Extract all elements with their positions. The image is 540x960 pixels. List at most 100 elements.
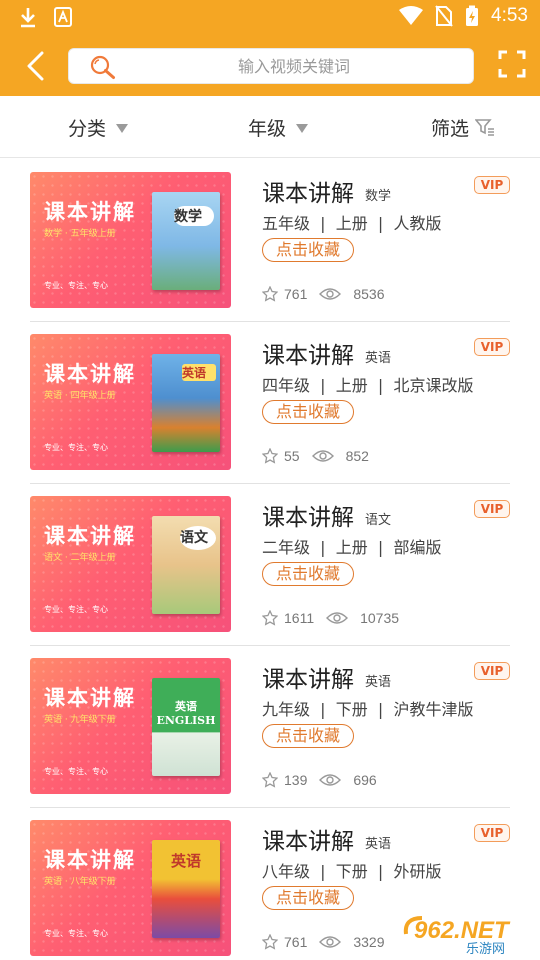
vip-badge: VIP <box>474 662 510 680</box>
thumbnail-title: 课本讲解 <box>44 199 136 224</box>
star-icon <box>262 610 278 626</box>
app-notification-icon <box>54 7 72 27</box>
thumbnail-footer: 专业、专注、专心 <box>44 605 108 614</box>
thumbnail-subtitle: 语文 · 二年级上册 <box>44 553 116 563</box>
course-meta: 八年级 | 下册 | 外研版 <box>262 862 442 881</box>
dropdown-triangle-icon <box>116 123 129 133</box>
vip-badge: VIP <box>474 176 510 194</box>
wifi-icon <box>399 6 424 25</box>
back-arrow-icon <box>27 51 44 81</box>
search-bar[interactable] <box>68 48 474 84</box>
course-thumbnail[interactable]: 课本讲解 数学 · 五年级上册 专业、专注、专心 数学 <box>30 172 231 308</box>
star-icon <box>262 286 278 302</box>
course-stats: 139 696 <box>262 772 377 788</box>
book-label: 英语 ENGLISH <box>156 700 216 727</box>
course-stats: 55 852 <box>262 448 369 464</box>
watermark-subtext: 乐游网 <box>466 942 505 956</box>
star-count: 761 <box>284 934 308 950</box>
status-time: 4:53 <box>491 5 528 26</box>
battery-charging-icon <box>466 5 479 26</box>
course-title: 课本讲解 <box>262 343 354 369</box>
collect-button[interactable]: 点击收藏 <box>262 886 354 910</box>
course-thumbnail[interactable]: 课本讲解 英语 · 八年级下册 专业、专注、专心 英语 <box>30 820 231 956</box>
app-bar <box>0 36 540 96</box>
textbook-cover: 英语 ENGLISH <box>152 678 220 776</box>
course-title: 课本讲解 <box>262 829 354 855</box>
scan-frame-icon <box>498 50 526 78</box>
thumbnail-subtitle: 英语 · 八年级下册 <box>44 877 116 887</box>
filter-grade[interactable]: 年级 <box>248 96 309 158</box>
filter-category[interactable]: 分类 <box>68 96 129 158</box>
back-button[interactable] <box>18 48 52 84</box>
thumbnail-footer: 专业、专注、专心 <box>44 443 108 452</box>
watermark-logo: 962.NET 乐游网 <box>400 912 536 957</box>
eye-icon <box>311 450 334 462</box>
textbook-cover: 数学 <box>152 192 220 290</box>
no-sim-icon <box>435 5 453 27</box>
scan-button[interactable] <box>498 50 526 78</box>
search-icon <box>90 55 115 79</box>
star-icon <box>262 448 278 464</box>
book-label: 英语 <box>182 364 216 381</box>
top-bar: 4:53 <box>0 0 540 96</box>
thumbnail-subtitle: 英语 · 九年级下册 <box>44 715 116 725</box>
search-input[interactable] <box>129 49 459 83</box>
collect-button[interactable]: 点击收藏 <box>262 400 354 424</box>
thumbnail-title: 课本讲解 <box>44 685 136 710</box>
course-meta: 九年级 | 下册 | 沪教牛津版 <box>262 700 474 719</box>
course-stats: 761 3329 <box>262 934 385 950</box>
list-item[interactable]: 课本讲解 英语 · 九年级下册 专业、专注、专心 英语 ENGLISH 课本讲解… <box>0 646 540 808</box>
course-meta: 四年级 | 上册 | 北京课改版 <box>262 376 474 395</box>
vip-badge: VIP <box>474 824 510 842</box>
thumbnail-subtitle: 英语 · 四年级上册 <box>44 391 116 401</box>
eye-icon <box>319 936 342 948</box>
textbook-cover: 英语 <box>152 354 220 452</box>
thumbnail-title: 课本讲解 <box>44 523 136 548</box>
thumbnail-title: 课本讲解 <box>44 847 136 872</box>
view-count: 852 <box>345 448 369 464</box>
watermark-graphic: 962.NET 乐游网 <box>403 916 511 957</box>
thumbnail-title: 课本讲解 <box>44 361 136 386</box>
thumbnail-footer: 专业、专注、专心 <box>44 767 108 776</box>
star-count: 139 <box>284 772 308 788</box>
download-icon <box>21 8 35 28</box>
filter-screen-label: 筛选 <box>431 117 470 140</box>
status-bar: 4:53 <box>0 0 540 36</box>
star-count: 761 <box>284 286 308 302</box>
star-icon <box>262 934 278 950</box>
collect-button[interactable]: 点击收藏 <box>262 238 354 262</box>
course-thumbnail[interactable]: 课本讲解 英语 · 四年级上册 专业、专注、专心 英语 <box>30 334 231 470</box>
view-count: 696 <box>353 772 377 788</box>
thumbnail-footer: 专业、专注、专心 <box>44 929 108 938</box>
course-title: 课本讲解 <box>262 667 354 693</box>
eye-icon <box>326 612 349 624</box>
filter-category-label: 分类 <box>68 117 107 140</box>
filter-grade-label: 年级 <box>248 117 287 140</box>
course-subject: 语文 <box>365 513 392 528</box>
course-title: 课本讲解 <box>262 181 354 207</box>
list-item[interactable]: 课本讲解 语文 · 二年级上册 专业、专注、专心 语文 课本讲解 语文 VIP … <box>0 484 540 646</box>
course-thumbnail[interactable]: 课本讲解 语文 · 二年级上册 专业、专注、专心 语文 <box>30 496 231 632</box>
vip-badge: VIP <box>474 500 510 518</box>
filter-screen[interactable]: 筛选 <box>431 96 495 158</box>
collect-button[interactable]: 点击收藏 <box>262 724 354 748</box>
watermark-text: 962.NET <box>414 917 511 944</box>
textbook-cover: 语文 <box>152 516 220 614</box>
textbook-cover: 英语 <box>152 840 220 938</box>
list-item[interactable]: 课本讲解 英语 · 四年级上册 专业、专注、专心 英语 课本讲解 英语 VIP … <box>0 322 540 484</box>
view-count: 8536 <box>353 286 385 302</box>
filter-funnel-icon <box>475 119 495 136</box>
course-subject: 英语 <box>365 837 392 852</box>
course-thumbnail[interactable]: 课本讲解 英语 · 九年级下册 专业、专注、专心 英语 ENGLISH <box>30 658 231 794</box>
star-count: 55 <box>284 448 300 464</box>
course-meta: 二年级 | 上册 | 部编版 <box>262 538 442 557</box>
course-subject: 英语 <box>365 675 392 690</box>
view-count: 10735 <box>360 610 400 626</box>
star-icon <box>262 772 278 788</box>
dropdown-triangle-icon <box>296 123 309 133</box>
eye-icon <box>319 774 342 786</box>
collect-button[interactable]: 点击收藏 <box>262 562 354 586</box>
book-label: 数学 <box>174 206 214 226</box>
list-item[interactable]: 课本讲解 数学 · 五年级上册 专业、专注、专心 数学 课本讲解 数学 VIP … <box>0 160 540 322</box>
eye-icon <box>319 288 342 300</box>
